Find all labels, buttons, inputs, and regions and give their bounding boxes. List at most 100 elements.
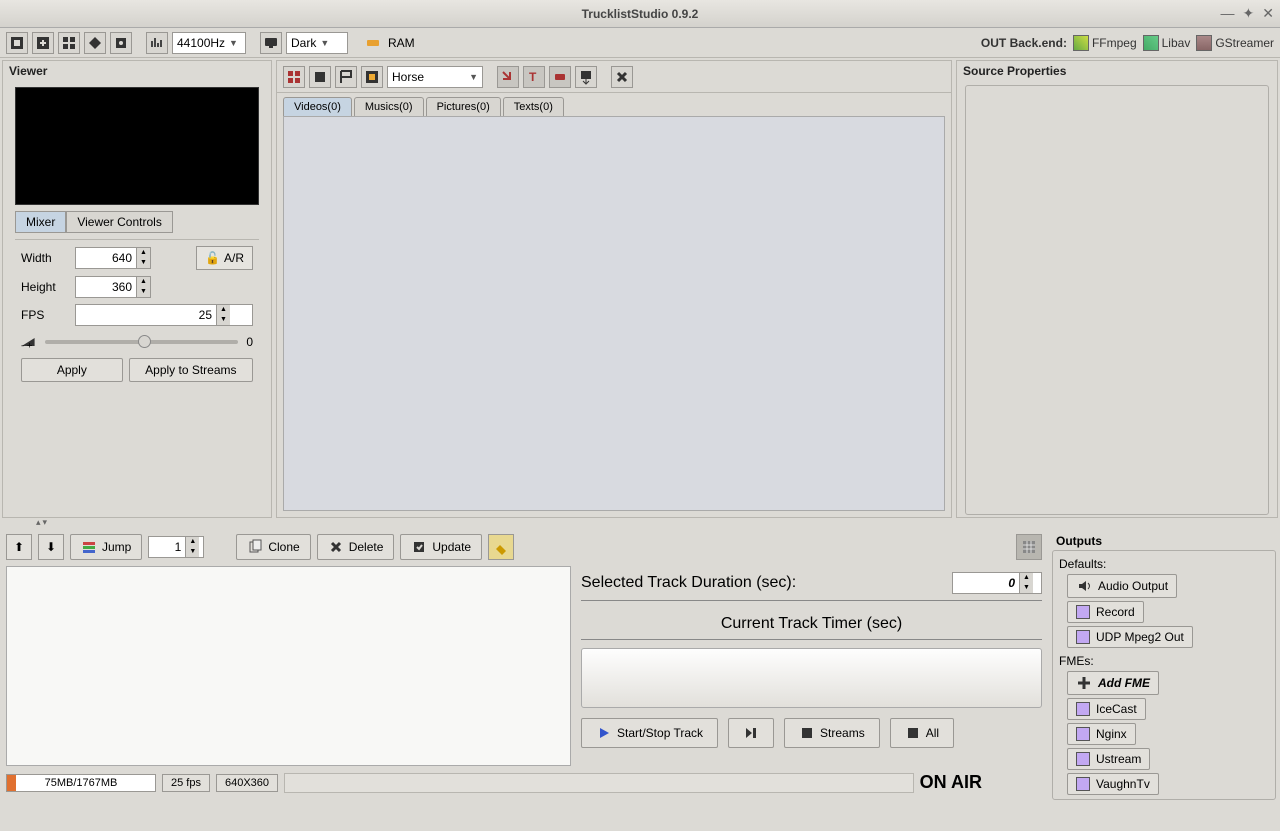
streams-button[interactable]: Streams: [784, 718, 880, 748]
tool-btn-5[interactable]: [110, 32, 132, 54]
props-title: Source Properties: [957, 61, 1277, 81]
fmes-label: FMEs:: [1059, 654, 1269, 668]
all-button[interactable]: All: [890, 718, 954, 748]
vaughn-button[interactable]: VaughnTv: [1067, 773, 1159, 795]
move-down-button[interactable]: ⬇: [38, 534, 64, 560]
jump-input[interactable]: ▲▼: [148, 536, 204, 558]
theme-value: Dark: [291, 36, 316, 50]
apply-button[interactable]: Apply: [21, 358, 123, 382]
resolution-status: 640X360: [216, 774, 278, 792]
audio-output-button[interactable]: Audio Output: [1067, 574, 1177, 598]
nginx-button[interactable]: Nginx: [1067, 723, 1136, 745]
clear-button[interactable]: [488, 534, 514, 560]
tab-videos[interactable]: Videos(0): [283, 97, 352, 116]
fps-label: FPS: [21, 308, 67, 322]
tool-btn-4[interactable]: [84, 32, 106, 54]
tab-musics[interactable]: Musics(0): [354, 97, 424, 116]
source-properties-panel: Source Properties: [956, 60, 1278, 518]
media-btn-6[interactable]: T: [523, 66, 545, 88]
width-label: Width: [21, 251, 67, 265]
defaults-label: Defaults:: [1059, 557, 1269, 571]
tab-viewer-controls[interactable]: Viewer Controls: [66, 211, 172, 233]
tool-btn-1[interactable]: [6, 32, 28, 54]
backend-libav[interactable]: Libav: [1143, 35, 1191, 51]
dropdown-icon: ▼: [469, 72, 478, 82]
media-btn-3[interactable]: [335, 66, 357, 88]
duration-label: Selected Track Duration (sec):: [581, 574, 796, 592]
media-btn-4[interactable]: [361, 66, 383, 88]
maximize-icon[interactable]: ✦: [1243, 5, 1255, 22]
main-toolbar: 44100Hz▼ Dark▼ RAM OUT Back.end: FFmpeg …: [0, 28, 1280, 58]
volume-value: 0: [246, 335, 253, 349]
add-fme-button[interactable]: Add FME: [1067, 671, 1159, 695]
minimize-icon[interactable]: —: [1221, 5, 1235, 22]
icecast-button[interactable]: IceCast: [1067, 698, 1146, 720]
media-list-area[interactable]: [283, 116, 945, 511]
media-close-button[interactable]: [611, 66, 633, 88]
samplerate-combo[interactable]: 44100Hz ▼: [172, 32, 246, 54]
duration-input[interactable]: ▲▼: [952, 572, 1042, 594]
backend-gstreamer[interactable]: GStreamer: [1196, 35, 1274, 51]
udp-button[interactable]: UDP Mpeg2 Out: [1067, 626, 1193, 648]
start-stop-button[interactable]: Start/Stop Track: [581, 718, 718, 748]
outputs-title: Outputs: [1052, 532, 1276, 550]
jump-button[interactable]: Jump: [70, 534, 142, 560]
height-label: Height: [21, 280, 67, 294]
close-icon[interactable]: ✕: [1262, 5, 1274, 22]
backend-ffmpeg[interactable]: FFmpeg: [1073, 35, 1137, 51]
height-input[interactable]: ▲▼: [75, 276, 151, 298]
ustream-button[interactable]: Ustream: [1067, 748, 1150, 770]
tab-pictures[interactable]: Pictures(0): [426, 97, 501, 116]
update-button[interactable]: Update: [400, 534, 482, 560]
media-btn-2[interactable]: [309, 66, 331, 88]
media-panel: Horse ▼ T Videos(0) Musics(0) Pictures(0)…: [276, 60, 952, 518]
video-preview: [15, 87, 259, 205]
media-btn-7[interactable]: [549, 66, 571, 88]
tracks-panel: ⬆ ⬇ Jump ▲▼ Clone Delete Update Selected…: [0, 528, 1048, 808]
memory-progress: 75MB/1767MB: [6, 774, 156, 792]
record-button[interactable]: Record: [1067, 601, 1144, 623]
ram-label: RAM: [388, 36, 415, 50]
outputs-panel: Outputs Defaults: Audio Output Record UD…: [1048, 528, 1280, 808]
timer-display: [581, 648, 1042, 708]
timer-label: Current Track Timer (sec): [581, 609, 1042, 640]
preset-combo[interactable]: Horse ▼: [387, 66, 483, 88]
tab-mixer[interactable]: Mixer: [15, 211, 66, 233]
window-title: TrucklistStudio 0.9.2: [0, 7, 1280, 21]
media-btn-5[interactable]: [497, 66, 519, 88]
titlebar: TrucklistStudio 0.9.2 — ✦ ✕: [0, 0, 1280, 28]
preset-value: Horse: [392, 70, 424, 84]
volume-slider[interactable]: [45, 340, 238, 344]
ram-icon: [362, 32, 384, 54]
move-up-button[interactable]: ⬆: [6, 534, 32, 560]
track-list[interactable]: [6, 566, 571, 766]
viewer-title: Viewer: [3, 61, 271, 81]
media-btn-1[interactable]: [283, 66, 305, 88]
tool-btn-3[interactable]: [58, 32, 80, 54]
onair-label: ON AIR: [920, 772, 982, 793]
samplerate-value: 44100Hz: [177, 36, 225, 50]
grid-button[interactable]: [1016, 534, 1042, 560]
next-button[interactable]: [728, 718, 774, 748]
svg-text:T: T: [529, 70, 537, 84]
theme-icon: [260, 32, 282, 54]
theme-combo[interactable]: Dark ▼: [286, 32, 348, 54]
clone-button[interactable]: Clone: [236, 534, 310, 560]
samplerate-icon: [146, 32, 168, 54]
tool-btn-2[interactable]: [32, 32, 54, 54]
dropdown-icon: ▼: [320, 38, 329, 48]
backend-label: OUT Back.end:: [981, 36, 1067, 50]
viewer-panel: Viewer Mixer Viewer Controls Width ▲▼ 🔓A…: [2, 60, 272, 518]
media-btn-8[interactable]: [575, 66, 597, 88]
apply-streams-button[interactable]: Apply to Streams: [129, 358, 253, 382]
aspect-ratio-button[interactable]: 🔓A/R: [196, 246, 253, 270]
dropdown-icon: ▼: [229, 38, 238, 48]
svg-text:- +: - +: [21, 340, 33, 350]
horizontal-splitter[interactable]: [0, 520, 1280, 528]
volume-icon: - +: [21, 334, 37, 350]
fps-status: 25 fps: [162, 774, 210, 792]
tab-texts[interactable]: Texts(0): [503, 97, 564, 116]
delete-button[interactable]: Delete: [317, 534, 395, 560]
fps-input[interactable]: ▲▼: [75, 304, 253, 326]
width-input[interactable]: ▲▼: [75, 247, 151, 269]
